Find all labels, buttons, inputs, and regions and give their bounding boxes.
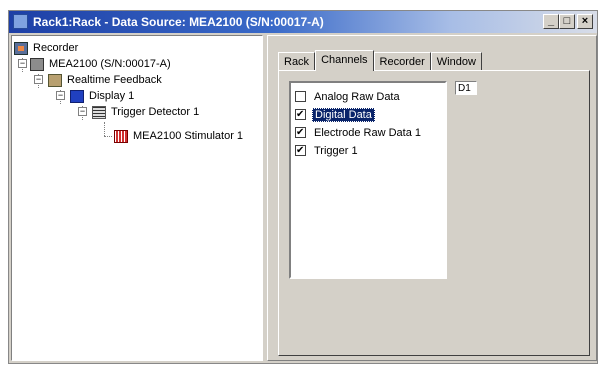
rack-app-icon [13, 14, 28, 29]
maximize-button[interactable]: □ [559, 14, 575, 29]
trigger-icon [92, 105, 106, 119]
channel-checkbox-electrode[interactable] [295, 127, 306, 138]
tree-node-label: Display 1 [89, 90, 135, 102]
rack-tree-view[interactable]: Recorder − MEA2100 (S/N:00017-A) − Realt… [11, 35, 263, 361]
channel-item[interactable]: Analog Raw Data [295, 89, 402, 104]
channel-item[interactable]: Trigger 1 [295, 143, 360, 158]
collapse-toggle-display[interactable]: − [56, 91, 65, 100]
tab-channels[interactable]: Channels [315, 50, 374, 71]
collapse-toggle-feedback[interactable]: − [34, 75, 43, 84]
recorder-icon [14, 41, 28, 55]
window-controls: _ □ × [543, 14, 593, 29]
tree-node-label: Recorder [33, 42, 79, 54]
stimulator-icon [114, 129, 128, 143]
channel-list[interactable]: Analog Raw Data Digital Data Electrode R… [289, 81, 447, 279]
tab-window[interactable]: Window [430, 52, 482, 70]
feedback-icon [48, 73, 62, 87]
properties-pane: Rack Channels Recorder Window Analog Raw… [267, 35, 597, 361]
close-button[interactable]: × [577, 14, 593, 29]
channel-item[interactable]: Digital Data [295, 107, 375, 122]
channels-tab-panel: Analog Raw Data Digital Data Electrode R… [278, 70, 590, 356]
tab-recorder[interactable]: Recorder [373, 52, 431, 70]
minimize-button[interactable]: _ [543, 14, 559, 29]
collapse-toggle-trigger[interactable]: − [78, 107, 87, 116]
channel-label: Electrode Raw Data 1 [314, 126, 421, 139]
tab-strip: Rack Channels Recorder Window [278, 50, 482, 71]
tab-rack[interactable]: Rack [278, 52, 316, 70]
device-icon [30, 57, 44, 71]
tree-node-trigger[interactable]: Trigger Detector 1 [92, 104, 201, 120]
tree-node-display[interactable]: Display 1 [70, 88, 136, 104]
channel-checkbox-analog[interactable] [295, 91, 306, 102]
channel-label: Analog Raw Data [314, 90, 400, 103]
tree-node-label: MEA2100 (S/N:00017-A) [49, 58, 171, 70]
tree-node-label: Trigger Detector 1 [111, 106, 200, 118]
tree-node-stimulator[interactable]: MEA2100 Stimulator 1 [114, 128, 245, 144]
tree-node-label: MEA2100 Stimulator 1 [133, 130, 244, 142]
tree-line [104, 136, 112, 137]
tree-node-label: Realtime Feedback [67, 74, 162, 86]
collapse-toggle-device[interactable]: − [18, 59, 27, 68]
channel-checkbox-trigger[interactable] [295, 145, 306, 156]
tree-node-device[interactable]: MEA2100 (S/N:00017-A) [30, 56, 173, 72]
window-title: Rack1:Rack - Data Source: MEA2100 (S/N:0… [33, 15, 324, 29]
tree-line [104, 122, 105, 136]
tree-node-feedback[interactable]: Realtime Feedback [48, 72, 164, 88]
tree-node-recorder[interactable]: Recorder [14, 40, 80, 56]
display-icon [70, 89, 84, 103]
channel-checkbox-digital[interactable] [295, 109, 306, 120]
title-bar[interactable]: Rack1:Rack - Data Source: MEA2100 (S/N:0… [9, 11, 597, 33]
main-window: Rack1:Rack - Data Source: MEA2100 (S/N:0… [8, 10, 598, 364]
channel-item[interactable]: Electrode Raw Data 1 [295, 125, 423, 140]
channel-label-selected: Digital Data [312, 107, 375, 122]
channel-id-field[interactable]: D1 [455, 81, 477, 95]
channel-label: Trigger 1 [314, 144, 358, 157]
